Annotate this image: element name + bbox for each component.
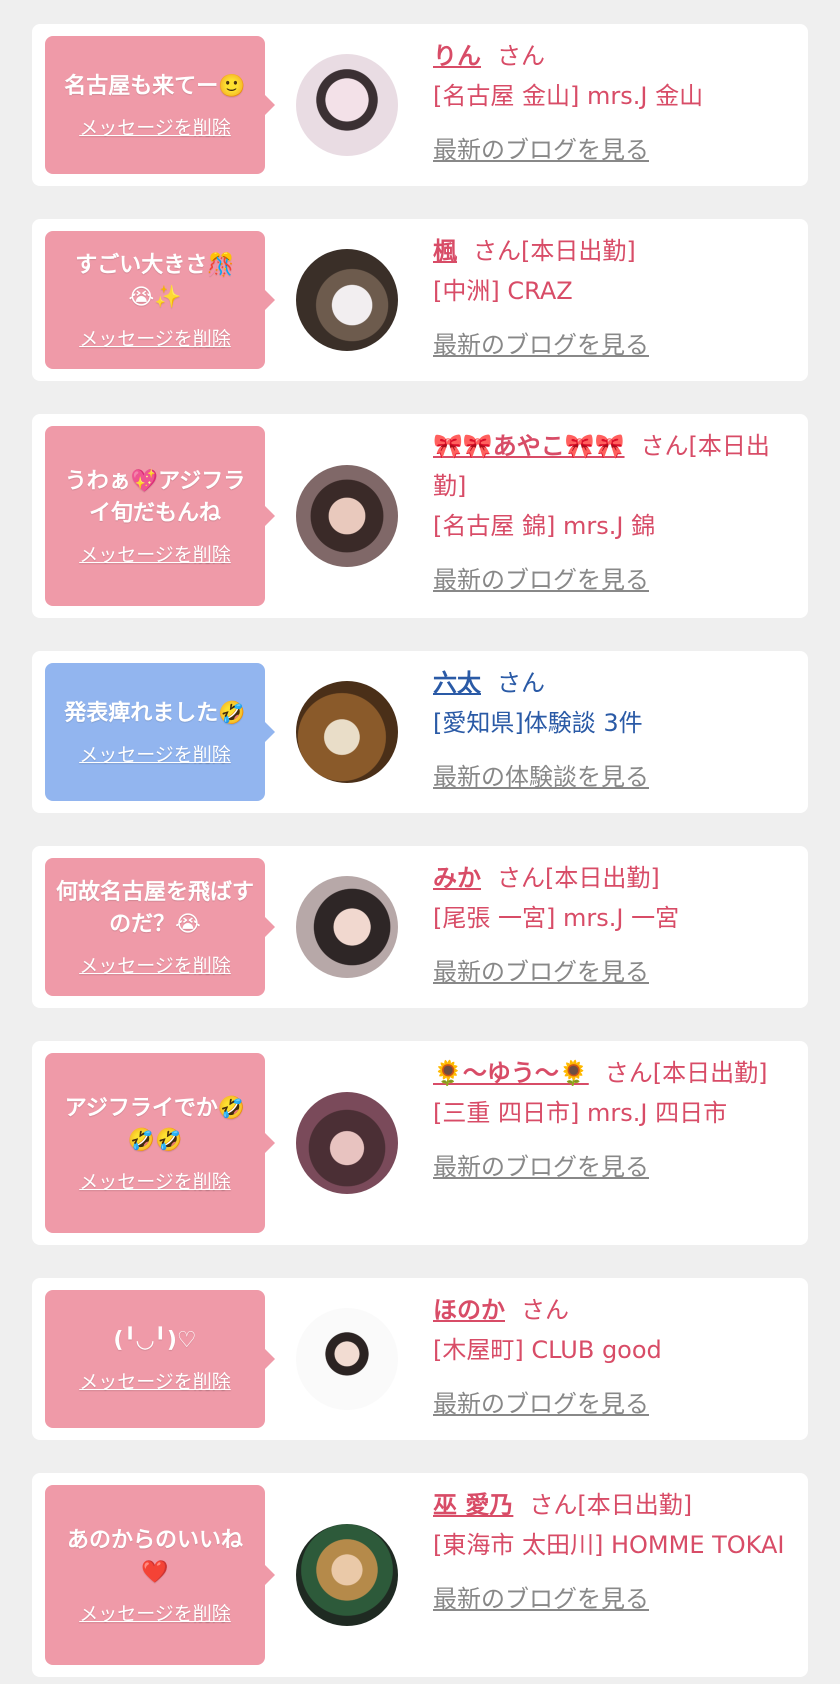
message-text: 何故名古屋を飛ばすのだ？😭 <box>55 879 254 937</box>
message-text: アジフライでか🤣🤣🤣 <box>64 1095 246 1153</box>
delete-message-link[interactable]: メッセージを削除 <box>79 324 231 351</box>
honorific: さん <box>497 42 545 70</box>
message-card: 発表痺れました🤣 メッセージを削除 六太 さん [愛知県]体験談 3件 最新の体験… <box>32 651 808 813</box>
latest-blog-link[interactable]: 最新のブログを見る <box>433 130 790 170</box>
user-name-link[interactable]: みか <box>433 864 481 892</box>
user-info: 楓さん[本日出勤] [中洲] CRAZ 最新のブログを見る <box>433 231 790 365</box>
latest-blog-link[interactable]: 最新のブログを見る <box>433 560 790 600</box>
message-card: (╹◡╹)♡ メッセージを削除 ほのか さん [木屋町] CLUB good 最新… <box>32 1278 808 1440</box>
message-bubble: うわぁ💖アジフライ旬だもんね メッセージを削除 <box>45 426 275 606</box>
user-info: りん さん [名古屋 金山] mrs.J 金山 最新のブログを見る <box>433 36 790 170</box>
honorific: さん[本日出勤] <box>604 1059 768 1087</box>
message-card: アジフライでか🤣🤣🤣 メッセージを削除 🌻〜ゆう〜🌻 さん[本日出勤] [三重 四… <box>32 1041 808 1245</box>
honorific: さん[本日出勤] <box>529 1491 693 1519</box>
message-bubble: 名古屋も来てー🙂 メッセージを削除 <box>45 36 275 174</box>
message-list: 名古屋も来てー🙂 メッセージを削除 りん さん [名古屋 金山] mrs.J 金山… <box>0 0 840 1677</box>
avatar[interactable] <box>296 249 398 351</box>
shop-location: [木屋町] CLUB good <box>433 1336 662 1364</box>
message-text: (╹◡╹)♡ <box>113 1327 197 1353</box>
latest-blog-link[interactable]: 最新のブログを見る <box>433 325 790 365</box>
latest-blog-link[interactable]: 最新のブログを見る <box>433 1147 790 1187</box>
message-text: 名古屋も来てー🙂 <box>64 73 246 99</box>
message-text: うわぁ💖アジフライ旬だもんね <box>64 468 246 526</box>
message-text: すごい大きさ🎊 😭✨ <box>75 252 235 310</box>
user-info: みか さん[本日出勤] [尾張 一宮] mrs.J 一宮 最新のブログを見る <box>433 858 790 992</box>
delete-message-link[interactable]: メッセージを削除 <box>79 740 231 767</box>
avatar[interactable] <box>296 1308 398 1410</box>
avatar[interactable] <box>296 1092 398 1194</box>
shop-location: [東海市 太田川] HOMME TOKAI <box>433 1531 785 1559</box>
message-card: あのからのいいね❤️ メッセージを削除 巫 愛乃 さん[本日出勤] [東海市 太田… <box>32 1473 808 1677</box>
user-info: 巫 愛乃 さん[本日出勤] [東海市 太田川] HOMME TOKAI 最新のブロ… <box>433 1485 790 1619</box>
honorific: さん[本日出勤] <box>473 237 636 265</box>
user-info: ほのか さん [木屋町] CLUB good 最新のブログを見る <box>433 1290 790 1424</box>
message-bubble: 発表痺れました🤣 メッセージを削除 <box>45 663 275 801</box>
user-info: 🌻〜ゆう〜🌻 さん[本日出勤] [三重 四日市] mrs.J 四日市 最新のブログ… <box>433 1053 790 1187</box>
latest-review-link[interactable]: 最新の体験談を見る <box>433 757 790 797</box>
user-name-link[interactable]: りん <box>433 42 481 70</box>
message-card: うわぁ💖アジフライ旬だもんね メッセージを削除 🎀🎀あやこ🎀🎀 さん[本日出勤] … <box>32 414 808 618</box>
shop-location: [三重 四日市] mrs.J 四日市 <box>433 1099 728 1127</box>
latest-blog-link[interactable]: 最新のブログを見る <box>433 1579 790 1619</box>
shop-location: [尾張 一宮] mrs.J 一宮 <box>433 904 680 932</box>
user-info: 🎀🎀あやこ🎀🎀 さん[本日出勤] [名古屋 錦] mrs.J 錦 最新のブログを見… <box>433 426 790 600</box>
shop-location: [名古屋 錦] mrs.J 錦 <box>433 512 656 540</box>
shop-location: [名古屋 金山] mrs.J 金山 <box>433 82 704 110</box>
message-text: 発表痺れました🤣 <box>64 700 246 726</box>
message-card: 名古屋も来てー🙂 メッセージを削除 りん さん [名古屋 金山] mrs.J 金山… <box>32 24 808 186</box>
user-name-link[interactable]: 🎀🎀あやこ🎀🎀 <box>433 432 625 460</box>
delete-message-link[interactable]: メッセージを削除 <box>79 1599 231 1626</box>
avatar[interactable] <box>296 465 398 567</box>
message-text: あのからのいいね❤️ <box>66 1527 243 1585</box>
user-name-link[interactable]: 巫 愛乃 <box>433 1491 513 1519</box>
delete-message-link[interactable]: メッセージを削除 <box>79 540 231 567</box>
user-info: 六太 さん [愛知県]体験談 3件 最新の体験談を見る <box>433 663 790 797</box>
user-name-link[interactable]: 🌻〜ゆう〜🌻 <box>433 1059 589 1087</box>
user-name-link[interactable]: 六太 <box>433 669 481 697</box>
shop-location: [愛知県]体験談 3件 <box>433 709 643 737</box>
honorific: さん <box>521 1296 569 1324</box>
message-bubble: あのからのいいね❤️ メッセージを削除 <box>45 1485 275 1665</box>
message-card: すごい大きさ🎊 😭✨ メッセージを削除 楓さん[本日出勤] [中洲] CRAZ … <box>32 219 808 381</box>
honorific: さん <box>497 669 545 697</box>
delete-message-link[interactable]: メッセージを削除 <box>79 113 231 140</box>
avatar[interactable] <box>296 54 398 156</box>
latest-blog-link[interactable]: 最新のブログを見る <box>433 1384 790 1424</box>
user-name-link[interactable]: 楓 <box>433 237 457 265</box>
latest-blog-link[interactable]: 最新のブログを見る <box>433 952 790 992</box>
avatar[interactable] <box>296 876 398 978</box>
shop-location: [中洲] CRAZ <box>433 277 573 305</box>
delete-message-link[interactable]: メッセージを削除 <box>79 1367 231 1394</box>
avatar[interactable] <box>296 681 398 783</box>
message-bubble: すごい大きさ🎊 😭✨ メッセージを削除 <box>45 231 275 369</box>
avatar[interactable] <box>296 1524 398 1626</box>
message-card: 何故名古屋を飛ばすのだ？😭 メッセージを削除 みか さん[本日出勤] [尾張 一宮… <box>32 846 808 1008</box>
delete-message-link[interactable]: メッセージを削除 <box>79 1167 231 1194</box>
message-bubble: (╹◡╹)♡ メッセージを削除 <box>45 1290 275 1428</box>
user-name-link[interactable]: ほのか <box>433 1296 505 1324</box>
message-bubble: 何故名古屋を飛ばすのだ？😭 メッセージを削除 <box>45 858 275 996</box>
message-bubble: アジフライでか🤣🤣🤣 メッセージを削除 <box>45 1053 275 1233</box>
delete-message-link[interactable]: メッセージを削除 <box>79 951 231 978</box>
honorific: さん[本日出勤] <box>497 864 660 892</box>
